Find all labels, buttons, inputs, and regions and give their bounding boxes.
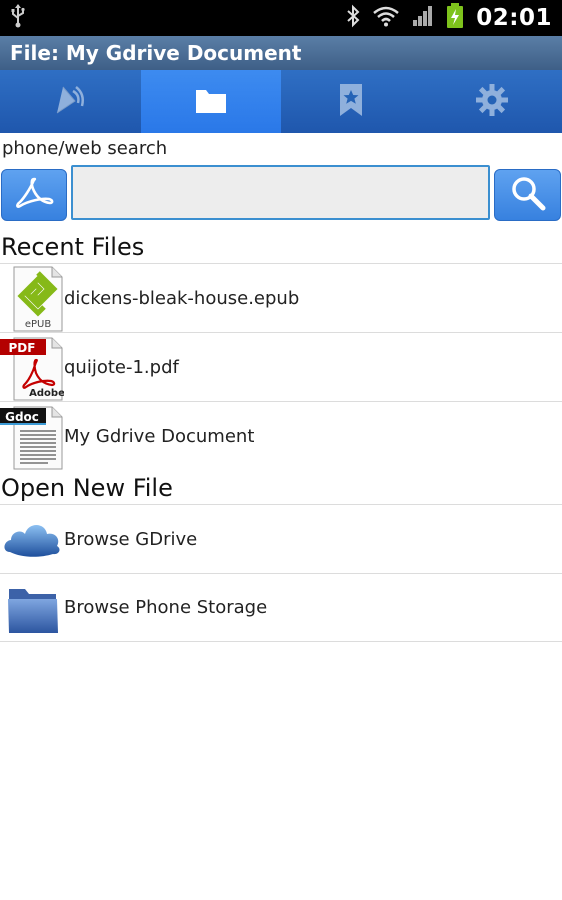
browse-phone-storage-item[interactable]: Browse Phone Storage (0, 573, 562, 642)
tab-bookmarks[interactable] (281, 70, 422, 133)
search-input[interactable] (71, 165, 490, 220)
svg-text:PDF: PDF (9, 341, 36, 355)
gdoc-file-icon: Gdoc (0, 403, 64, 470)
folder-icon (0, 575, 64, 641)
recent-file-gdoc[interactable]: Gdoc My Gdrive Document (0, 401, 562, 470)
recent-file-label: My Gdrive Document (64, 425, 255, 447)
adobe-pdf-icon (14, 176, 54, 214)
tab-audio[interactable] (0, 70, 141, 133)
wifi-icon (372, 5, 400, 31)
epub-file-icon: ePUB (0, 265, 64, 332)
recent-files-header: Recent Files (1, 233, 145, 261)
search-button[interactable] (494, 169, 561, 221)
svg-text:Gdoc: Gdoc (5, 410, 39, 424)
folder-icon (194, 85, 228, 119)
tab-settings[interactable] (422, 70, 562, 133)
search-label: phone/web search (2, 138, 168, 159)
title-bar: File: My Gdrive Document (0, 36, 562, 70)
recent-file-epub[interactable]: ePUB dickens-bleak-house.epub (0, 263, 562, 332)
browse-gdrive-label: Browse GDrive (64, 528, 198, 550)
pdf-file-icon: PDF Adobe (0, 334, 65, 401)
browse-phone-storage-label: Browse Phone Storage (64, 597, 268, 618)
status-bar: 02:01 (0, 0, 562, 36)
cloud-icon (0, 506, 64, 572)
recent-file-label: dickens-bleak-house.epub (64, 287, 300, 309)
recent-file-pdf[interactable]: PDF Adobe quijote-1.pdf (0, 332, 562, 401)
recent-file-label: quijote-1.pdf (64, 356, 179, 378)
tab-files[interactable] (140, 70, 281, 133)
svg-text:Adobe: Adobe (29, 388, 64, 399)
bluetooth-icon (346, 4, 360, 32)
gear-icon (475, 83, 509, 121)
browse-gdrive-item[interactable]: Browse GDrive (0, 504, 562, 573)
pdf-search-button[interactable] (1, 169, 67, 221)
status-time: 02:01 (476, 5, 552, 31)
usb-icon (10, 4, 26, 32)
audio-icon (53, 83, 87, 121)
signal-icon (412, 5, 434, 31)
open-new-file-header: Open New File (1, 474, 173, 502)
tab-bar (0, 70, 562, 133)
bookmark-star-icon (338, 83, 364, 121)
svg-text:ePUB: ePUB (25, 319, 52, 330)
search-icon (509, 174, 547, 216)
page-title: File: My Gdrive Document (10, 41, 302, 65)
battery-charging-icon (446, 3, 464, 33)
